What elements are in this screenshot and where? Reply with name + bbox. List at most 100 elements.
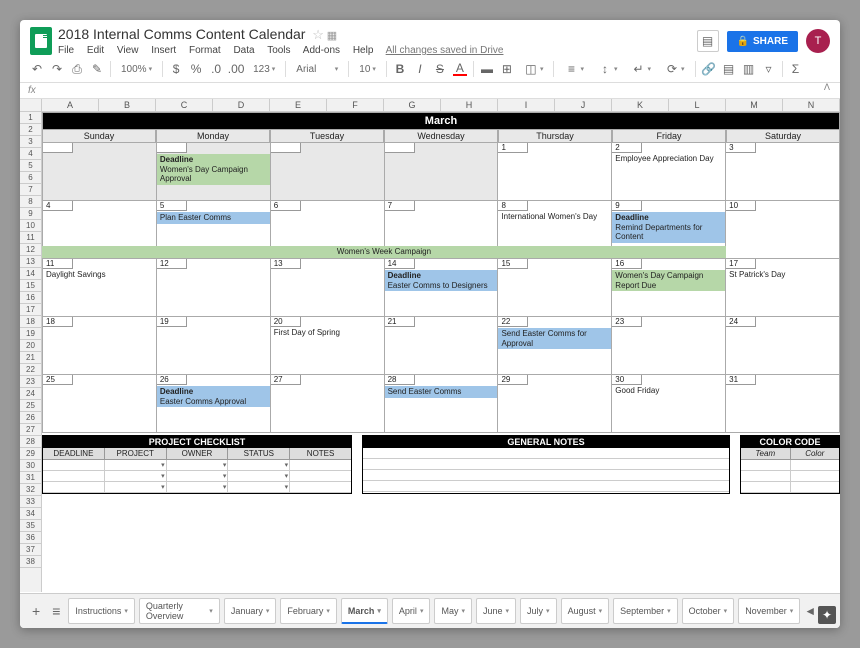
col-A[interactable]: A	[42, 99, 99, 111]
day-cell[interactable]: 21	[385, 317, 499, 375]
day-cell[interactable]: 30Good Friday	[612, 375, 726, 433]
table-row[interactable]: ▾▾▾	[43, 471, 351, 482]
day-cell[interactable]: 12	[157, 259, 271, 317]
chevron-down-icon[interactable]: ▾	[266, 607, 270, 615]
undo-icon[interactable]: ↶	[30, 62, 44, 76]
col-I[interactable]: I	[498, 99, 555, 111]
day-cell[interactable]: 13	[271, 259, 385, 317]
formula-bar[interactable]: fx	[20, 83, 840, 99]
col-H[interactable]: H	[441, 99, 498, 111]
chevron-down-icon[interactable]: ▾	[326, 607, 330, 615]
row-1[interactable]: 1	[20, 112, 41, 124]
table-row[interactable]: ▾▾▾	[43, 482, 351, 493]
day-cell[interactable]: DeadlineWomen's Day Campaign Approval	[157, 143, 271, 201]
row-23[interactable]: 23	[20, 376, 41, 388]
col-M[interactable]: M	[726, 99, 783, 111]
row-28[interactable]: 28	[20, 436, 41, 448]
chevron-down-icon[interactable]: ▾	[377, 607, 381, 615]
tab-march[interactable]: March▾	[341, 598, 388, 624]
functions-icon[interactable]: Σ	[789, 62, 803, 76]
row-27[interactable]: 27	[20, 424, 41, 436]
tab-january[interactable]: January▾	[224, 598, 277, 624]
row-3[interactable]: 3	[20, 136, 41, 148]
day-cell[interactable]: 17St Patrick's Day	[726, 259, 840, 317]
row-19[interactable]: 19	[20, 328, 41, 340]
fill-color-icon[interactable]: ▬	[480, 62, 494, 76]
inc-dec-icon[interactable]: .00	[229, 62, 243, 76]
chevron-down-icon[interactable]: ▾	[420, 607, 424, 615]
day-cell[interactable]: 25	[42, 375, 157, 433]
chevron-down-icon[interactable]: ▾	[667, 607, 671, 615]
currency-icon[interactable]: $	[169, 62, 183, 76]
menu-help[interactable]: Help	[353, 45, 374, 56]
font-size-dropdown[interactable]: 10▾	[355, 62, 380, 77]
menu-view[interactable]: View	[117, 45, 139, 56]
menu-insert[interactable]: Insert	[151, 45, 176, 56]
day-cell[interactable]	[42, 143, 157, 201]
chevron-down-icon[interactable]: ▾	[790, 607, 794, 615]
row-11[interactable]: 11	[20, 232, 41, 244]
day-cell[interactable]: 20First Day of Spring	[271, 317, 385, 375]
folder-icon[interactable]: ▦	[327, 30, 337, 42]
halign-dropdown[interactable]: ≡▾	[560, 60, 588, 78]
table-row[interactable]	[741, 460, 839, 471]
chevron-down-icon[interactable]: ▾	[209, 607, 213, 615]
tab-november[interactable]: November▾	[738, 598, 800, 624]
borders-icon[interactable]: ⊞	[500, 62, 514, 76]
day-cell[interactable]	[271, 143, 385, 201]
comment-icon[interactable]: ▤	[722, 62, 736, 76]
menu-format[interactable]: Format	[189, 45, 221, 56]
day-cell[interactable]: 29	[498, 375, 612, 433]
row-9[interactable]: 9	[20, 208, 41, 220]
bold-icon[interactable]: B	[393, 62, 407, 76]
row-22[interactable]: 22	[20, 364, 41, 376]
strike-icon[interactable]: S	[433, 62, 447, 76]
row-4[interactable]: 4	[20, 148, 41, 160]
day-cell[interactable]: 3	[726, 143, 840, 201]
chevron-down-icon[interactable]: ▾	[124, 607, 128, 615]
event[interactable]: DeadlineEaster Comms Approval	[157, 386, 270, 407]
avatar[interactable]: T	[806, 29, 830, 53]
font-dropdown[interactable]: Arial▾	[292, 62, 342, 77]
table-row[interactable]	[363, 481, 729, 492]
tab-june[interactable]: June▾	[476, 598, 516, 624]
event[interactable]: Women's Day Campaign Report Due	[612, 270, 725, 291]
col-J[interactable]: J	[555, 99, 612, 111]
day-cell[interactable]: 2Employee Appreciation Day	[612, 143, 726, 201]
tab-instructions[interactable]: Instructions▾	[68, 598, 135, 624]
day-cell[interactable]: 27	[271, 375, 385, 433]
number-format-dropdown[interactable]: 123▾	[249, 62, 279, 77]
row-36[interactable]: 36	[20, 532, 41, 544]
tab-february[interactable]: February▾	[280, 598, 337, 624]
row-15[interactable]: 15	[20, 280, 41, 292]
print-icon[interactable]: ⎙	[70, 62, 84, 76]
col-F[interactable]: F	[327, 99, 384, 111]
col-K[interactable]: K	[612, 99, 669, 111]
wrap-dropdown[interactable]: ↵▾	[627, 60, 655, 78]
menu-file[interactable]: File	[58, 45, 74, 56]
tab-september[interactable]: September▾	[613, 598, 678, 624]
row-30[interactable]: 30	[20, 460, 41, 472]
table-row[interactable]	[363, 470, 729, 481]
all-sheets-button[interactable]: ≡	[48, 603, 64, 619]
tab-october[interactable]: October▾	[682, 598, 735, 624]
table-row[interactable]	[363, 448, 729, 459]
day-cell[interactable]	[385, 143, 499, 201]
col-L[interactable]: L	[669, 99, 726, 111]
valign-dropdown[interactable]: ↕▾	[594, 60, 622, 78]
tab-august[interactable]: August▾	[561, 598, 610, 624]
menu-tools[interactable]: Tools	[267, 45, 290, 56]
col-G[interactable]: G	[384, 99, 441, 111]
row-14[interactable]: 14	[20, 268, 41, 280]
select-all-corner[interactable]	[20, 99, 42, 111]
merge-dropdown[interactable]: ◫▾	[520, 60, 548, 78]
dec-dec-icon[interactable]: .0	[209, 62, 223, 76]
day-cell[interactable]: 19	[157, 317, 271, 375]
italic-icon[interactable]: I	[413, 62, 427, 76]
row-33[interactable]: 33	[20, 496, 41, 508]
day-cell[interactable]: 16Women's Day Campaign Report Due	[612, 259, 726, 317]
chevron-down-icon[interactable]: ▾	[724, 607, 728, 615]
event[interactable]: DeadlineWomen's Day Campaign Approval	[157, 154, 270, 185]
table-row[interactable]: ▾▾▾	[43, 460, 351, 471]
row-35[interactable]: 35	[20, 520, 41, 532]
